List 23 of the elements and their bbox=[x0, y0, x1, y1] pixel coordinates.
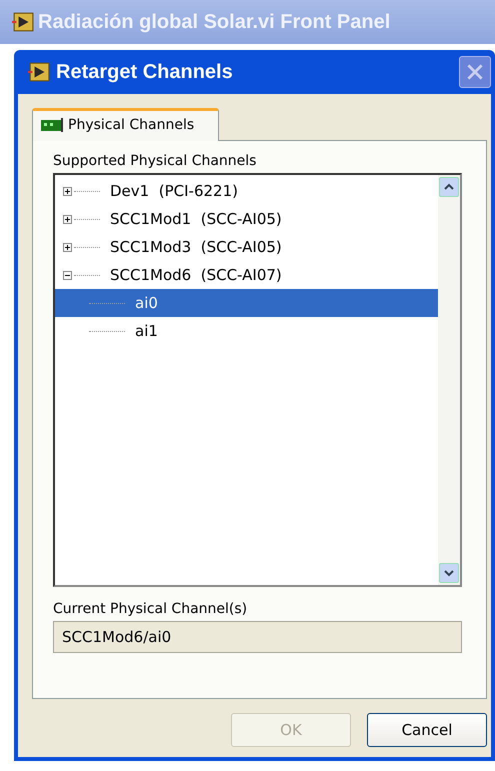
tree-item[interactable]: ai1 bbox=[55, 317, 438, 345]
expander-icon[interactable] bbox=[63, 214, 72, 224]
channel-field: SCC1Mod6/ai0 bbox=[53, 621, 462, 653]
scroll-down-icon[interactable] bbox=[439, 563, 459, 583]
dialog-title: Retarget Channels bbox=[56, 60, 234, 84]
tree-item[interactable]: SCC1Mod1 (SCC-AI05) bbox=[55, 205, 438, 233]
tree-item[interactable]: SCC1Mod6 (SCC-AI07) bbox=[55, 261, 438, 289]
cancel-button[interactable]: Cancel bbox=[367, 713, 487, 747]
expander-icon[interactable] bbox=[63, 270, 72, 280]
scroll-up-icon[interactable] bbox=[439, 177, 459, 197]
scrollbar[interactable] bbox=[438, 175, 460, 585]
expander-icon[interactable] bbox=[63, 186, 72, 196]
card-icon bbox=[41, 118, 63, 132]
vi-icon bbox=[28, 62, 50, 82]
tree-item[interactable]: ai0 bbox=[55, 289, 438, 317]
field-label: Current Physical Channel(s) bbox=[53, 601, 248, 617]
window-title: Radiación global Solar.vi Front Panel bbox=[38, 10, 390, 34]
tree-item[interactable]: SCC1Mod3 (SCC-AI05) bbox=[55, 233, 438, 261]
expander-icon[interactable] bbox=[63, 242, 72, 252]
tab[interactable]: Physical Channels bbox=[32, 108, 220, 141]
tree-item[interactable]: Dev1 (PCI-6221) bbox=[55, 177, 438, 205]
vi-icon bbox=[12, 12, 34, 32]
tree-label: Supported Physical Channels bbox=[53, 153, 258, 169]
